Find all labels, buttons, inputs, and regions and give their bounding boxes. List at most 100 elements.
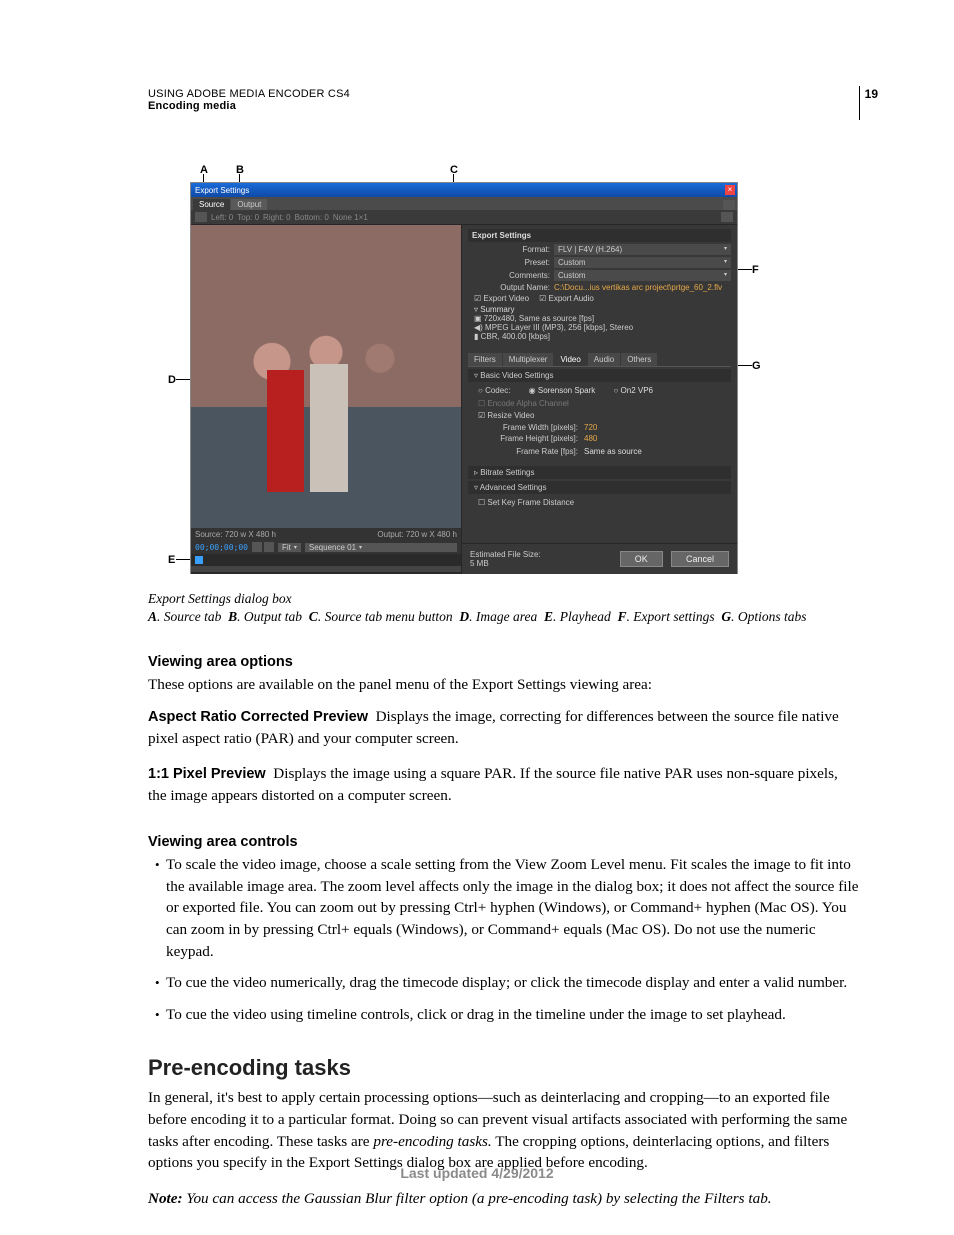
- ok-button[interactable]: OK: [620, 551, 663, 567]
- timeline[interactable]: [191, 554, 461, 574]
- tab-others[interactable]: Others: [621, 353, 657, 366]
- legend-key-F: F: [618, 609, 627, 624]
- estimated-size-label: Estimated File Size:: [470, 550, 541, 559]
- page-number: 19: [865, 87, 878, 101]
- viewing-area-controls-list: To scale the video image, choose a scale…: [148, 854, 860, 1025]
- summary-line-video: ▣ 720x480, Same as source [fps]: [474, 314, 731, 323]
- summary-line-bitrate: ▮ CBR, 400.00 [kbps]: [474, 332, 731, 341]
- cancel-button[interactable]: Cancel: [671, 551, 729, 567]
- crop-top: Top: 0: [237, 213, 259, 222]
- legend-key-B: B: [228, 609, 237, 624]
- list-item: To cue the video using timeline controls…: [166, 1004, 860, 1026]
- pre-encoding-body: In general, it's best to apply certain p…: [148, 1087, 860, 1173]
- preset-select[interactable]: Custom: [554, 257, 731, 268]
- callout-G: G: [752, 360, 761, 372]
- export-settings-figure: A B C D E F G Export Settings: [168, 164, 748, 584]
- crop-apply-icon[interactable]: [721, 212, 733, 222]
- panel-menu-icon[interactable]: [723, 200, 735, 210]
- legend-key-G: G: [721, 609, 731, 624]
- frame-rate-select[interactable]: Same as source: [584, 447, 721, 456]
- frame-height-label: Frame Height [pixels]:: [478, 434, 578, 443]
- pre-encoding-note: Note: You can access the Gaussian Blur f…: [148, 1188, 860, 1210]
- dialog-title: Export Settings: [195, 186, 249, 195]
- step-fwd-icon[interactable]: [264, 542, 274, 552]
- format-label: Format:: [488, 245, 550, 254]
- legend-key-C: C: [309, 609, 318, 624]
- legend-val-D: Image area: [476, 609, 537, 624]
- summary-toggle[interactable]: Summary: [474, 305, 731, 314]
- header-divider: [859, 86, 860, 120]
- estimated-size-value: 5 MB: [470, 559, 541, 568]
- pre-body-italic: pre-encoding tasks.: [373, 1133, 491, 1150]
- zoom-level-select[interactable]: Fit: [278, 543, 301, 552]
- basic-video-settings-header[interactable]: Basic Video Settings: [468, 369, 731, 382]
- codec-on2-radio[interactable]: On2 VP6: [613, 386, 653, 395]
- tab-video[interactable]: Video: [554, 353, 586, 366]
- viewing-area-options-heading: Viewing area options: [148, 654, 860, 670]
- output-name-link[interactable]: C:\Docu...ius vertikas arc project\prtge…: [554, 283, 722, 292]
- format-select[interactable]: FLV | F4V (H.264): [554, 244, 731, 255]
- sequence-select[interactable]: Sequence 01: [305, 543, 457, 552]
- timecode-display[interactable]: 00;00;00;00: [195, 543, 248, 552]
- tab-filters[interactable]: Filters: [468, 353, 502, 366]
- note-label: Note:: [148, 1190, 183, 1207]
- figure-caption: Export Settings dialog box A. Source tab…: [148, 590, 860, 626]
- aspect-ratio-term: Aspect Ratio Corrected Preview: [148, 709, 368, 725]
- keyframe-distance-checkbox[interactable]: Set Key Frame Distance: [487, 498, 574, 507]
- running-head-line1: USING ADOBE MEDIA ENCODER CS4: [148, 88, 872, 100]
- crop-preset[interactable]: None 1×1: [333, 213, 368, 222]
- legend-key-A: A: [148, 609, 157, 624]
- tab-output[interactable]: Output: [231, 199, 267, 210]
- preview-image-area[interactable]: [191, 225, 461, 528]
- export-audio-checkbox[interactable]: Export Audio: [539, 294, 594, 303]
- frame-width-value[interactable]: 720: [584, 423, 597, 432]
- tab-audio[interactable]: Audio: [588, 353, 620, 366]
- list-item: To cue the video numerically, drag the t…: [166, 972, 860, 994]
- legend-val-F: Export settings: [633, 609, 714, 624]
- summary-line-audio: ◀) MPEG Layer III (MP3), 256 [kbps], Ste…: [474, 323, 731, 332]
- options-tabs: Filters Multiplexer Video Audio Others: [468, 353, 731, 367]
- legend-key-D: D: [459, 609, 469, 624]
- legend-val-C: Source tab menu button: [325, 609, 453, 624]
- page-footer: Last updated 4/29/2012: [0, 1165, 954, 1181]
- export-settings-dialog: Export Settings × Source Output Left: 0 …: [190, 182, 738, 574]
- crop-toolbar: Left: 0 Top: 0 Right: 0 Bottom: 0 None 1…: [191, 210, 737, 225]
- pixel-preview-paragraph: 1:1 Pixel Preview Displays the image usi…: [148, 763, 860, 806]
- preset-label: Preset:: [488, 258, 550, 267]
- running-head-line2: Encoding media: [148, 100, 872, 112]
- crop-icon[interactable]: [195, 212, 207, 222]
- viewing-area-options-intro: These options are available on the panel…: [148, 674, 860, 696]
- dialog-titlebar[interactable]: Export Settings ×: [191, 183, 737, 197]
- bitrate-settings-header[interactable]: Bitrate Settings: [468, 466, 731, 479]
- crop-right: Right: 0: [263, 213, 291, 222]
- advanced-settings-header[interactable]: Advanced Settings: [468, 481, 731, 494]
- comments-label: Comments:: [488, 271, 550, 280]
- resize-video-checkbox[interactable]: Resize Video: [487, 411, 534, 420]
- playhead-icon[interactable]: [195, 556, 203, 564]
- legend-val-A: Source tab: [164, 609, 222, 624]
- frame-rate-label: Frame Rate [fps]:: [478, 447, 578, 456]
- close-icon[interactable]: ×: [725, 185, 735, 195]
- output-dimensions: Output: 720 w X 480 h: [377, 530, 457, 539]
- legend-val-B: Output tab: [244, 609, 302, 624]
- tab-source[interactable]: Source: [193, 199, 230, 210]
- step-back-icon[interactable]: [252, 542, 262, 552]
- figure-caption-title: Export Settings dialog box: [148, 590, 860, 608]
- tab-multiplexer[interactable]: Multiplexer: [503, 353, 554, 366]
- viewing-area-controls-heading: Viewing area controls: [148, 834, 860, 850]
- callout-F: F: [752, 264, 759, 276]
- note-body: You can access the Gaussian Blur filter …: [186, 1190, 771, 1207]
- codec-label: Codec:: [478, 386, 510, 395]
- legend-key-E: E: [544, 609, 553, 624]
- codec-sorenson-radio[interactable]: Sorenson Spark: [529, 386, 596, 395]
- aspect-ratio-paragraph: Aspect Ratio Corrected Preview Displays …: [148, 706, 860, 749]
- crop-left: Left: 0: [211, 213, 233, 222]
- source-dimensions: Source: 720 w X 480 h: [195, 530, 276, 539]
- callout-E: E: [168, 554, 175, 566]
- export-settings-header: Export Settings: [468, 229, 731, 242]
- pixel-preview-term: 1:1 Pixel Preview: [148, 766, 266, 782]
- comments-input[interactable]: Custom: [554, 270, 731, 281]
- list-item: To scale the video image, choose a scale…: [166, 854, 860, 962]
- frame-height-value[interactable]: 480: [584, 434, 597, 443]
- export-video-checkbox[interactable]: Export Video: [474, 294, 529, 303]
